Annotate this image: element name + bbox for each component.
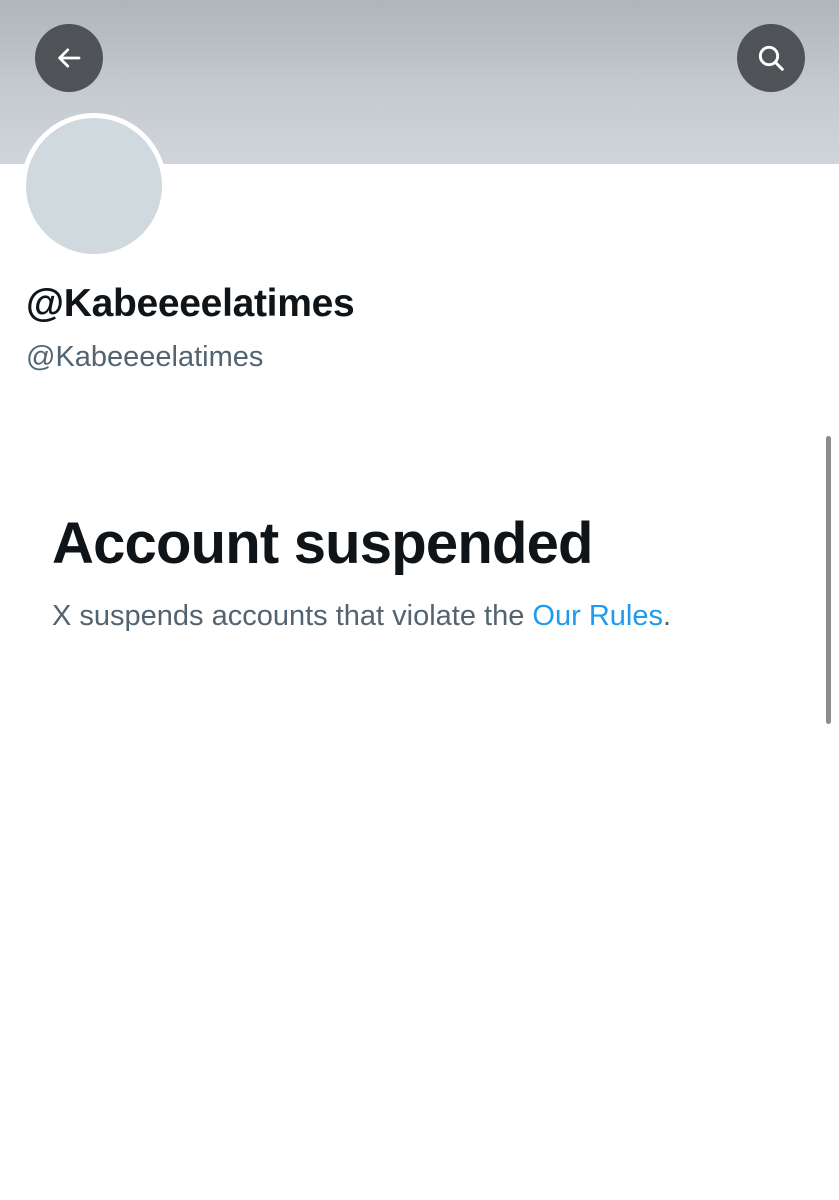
suspended-message-text: X suspends accounts that violate the	[52, 600, 533, 632]
avatar[interactable]	[26, 118, 162, 254]
back-button[interactable]	[35, 24, 103, 92]
suspended-message: X suspends accounts that violate the Our…	[52, 600, 671, 633]
search-button[interactable]	[737, 24, 805, 92]
suspended-title: Account suspended	[52, 511, 593, 576]
scrollbar[interactable]	[826, 436, 831, 724]
arrow-left-icon	[54, 43, 84, 73]
search-icon	[755, 42, 787, 74]
our-rules-link[interactable]: Our Rules	[532, 600, 663, 632]
suspended-message-period: .	[662, 600, 672, 632]
profile-handle: @Kabeeeelatimes	[26, 341, 264, 373]
profile-display-name: @Kabeeeelatimes	[26, 282, 355, 325]
